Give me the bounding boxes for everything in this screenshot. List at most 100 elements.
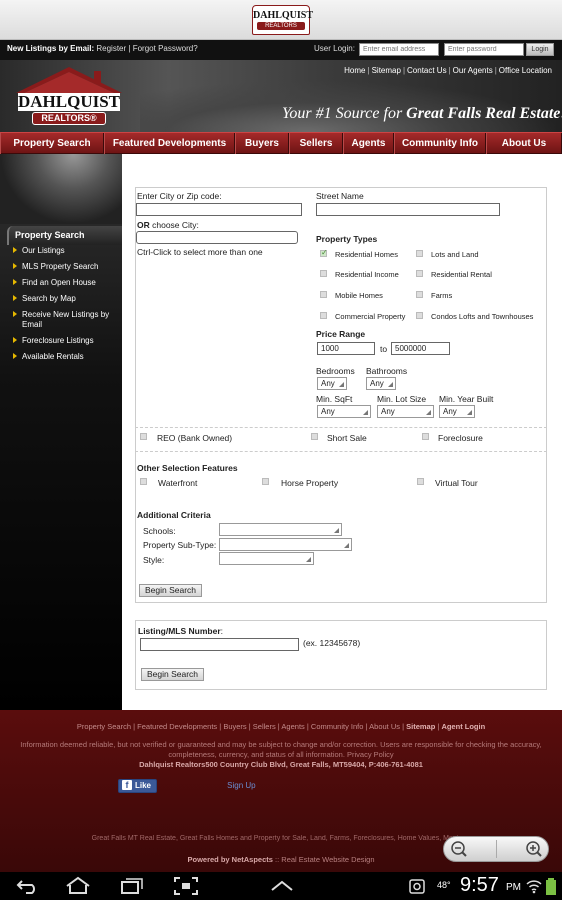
footer-link[interactable]: Property Search <box>77 722 131 731</box>
bedrooms-select[interactable]: Any <box>317 377 347 390</box>
zoom-in-button[interactable] <box>497 837 549 861</box>
choose-city-text: choose City: <box>149 220 199 230</box>
mls-number-input[interactable] <box>140 638 299 651</box>
farms-label: Farms <box>431 291 453 300</box>
nav-agents[interactable]: Agents <box>343 133 394 154</box>
sitemap-link[interactable]: Sitemap <box>372 66 401 75</box>
checkbox-residential-homes[interactable] <box>320 248 328 257</box>
zoom-out-button[interactable] <box>444 837 496 861</box>
temperature: 48° <box>437 880 451 890</box>
forgot-password-link[interactable]: Forgot Password? <box>133 44 198 53</box>
home-button[interactable] <box>64 876 92 896</box>
recent-apps-button[interactable] <box>118 876 146 896</box>
checkbox-residential-income[interactable] <box>320 270 327 277</box>
new-listings-label: New Listings by Email: <box>7 44 95 53</box>
sidebar-item-label: MLS Property Search <box>22 262 99 271</box>
footer-agent-login-link[interactable]: Agent Login <box>441 722 485 731</box>
top-logo[interactable]: DAHLQUIST REALTORS <box>252 5 313 35</box>
footer-link[interactable]: Buyers <box>223 722 246 731</box>
separator: | <box>128 44 131 53</box>
sidebar-item-new-listings-email[interactable]: Receive New Listings by Email <box>12 310 120 330</box>
subtype-select[interactable] <box>219 538 352 551</box>
site-logo[interactable]: DAHLQUIST REALTORS® <box>14 65 124 127</box>
checkbox-farms[interactable] <box>416 291 423 298</box>
checkbox-commercial[interactable] <box>320 312 327 319</box>
city-select[interactable] <box>136 231 298 244</box>
back-button[interactable] <box>14 876 42 896</box>
style-select[interactable] <box>219 552 314 565</box>
login-button[interactable]: Login <box>526 43 554 56</box>
min-lot-label: Min. Lot Size <box>377 394 427 404</box>
checkbox-reo[interactable] <box>140 433 147 440</box>
lots-land-label: Lots and Land <box>431 250 479 259</box>
sidebar-item-label: Our Listings <box>22 246 65 255</box>
sidebar-item-search-map[interactable]: Search by Map <box>12 294 120 304</box>
checkbox-horse-property[interactable] <box>262 478 269 485</box>
checkbox-condos[interactable] <box>416 312 423 319</box>
nav-featured-developments[interactable]: Featured Developments <box>104 133 235 154</box>
price-min-input[interactable]: 1000 <box>317 342 375 355</box>
our-agents-link[interactable]: Our Agents <box>453 66 493 75</box>
checkbox-short-sale[interactable] <box>311 433 318 440</box>
bathrooms-label: Bathrooms <box>366 366 408 376</box>
home-link[interactable]: Home <box>344 66 365 75</box>
bathrooms-select[interactable]: Any <box>366 377 396 390</box>
footer-link[interactable]: Community Info <box>311 722 364 731</box>
city-zip-input[interactable] <box>136 203 302 216</box>
checkbox-residential-rental[interactable] <box>416 270 423 277</box>
powered-by-link[interactable]: Powered by NetAspects <box>187 855 272 864</box>
menu-up-button[interactable] <box>268 876 296 896</box>
password-input[interactable] <box>444 43 524 56</box>
contact-us-link[interactable]: Contact Us <box>407 66 447 75</box>
register-link[interactable]: Register <box>96 44 126 53</box>
footer-link[interactable]: About Us <box>369 722 400 731</box>
logo-name: DAHLQUIST <box>18 92 121 111</box>
nav-property-search[interactable]: Property Search <box>0 133 104 154</box>
footer-link[interactable]: Featured Developments <box>137 722 217 731</box>
subtype-label: Property Sub-Type: <box>143 540 217 550</box>
screenshot-button[interactable] <box>172 876 200 896</box>
sidebar-item-mls-search[interactable]: MLS Property Search <box>12 262 120 272</box>
clock-ampm: PM <box>506 882 521 893</box>
sidebar-item-rentals[interactable]: Available Rentals <box>12 352 120 362</box>
mls-label: Listing/MLS Number: <box>138 626 223 636</box>
email-input[interactable] <box>359 43 439 56</box>
nav-sellers[interactable]: Sellers <box>289 133 343 154</box>
sidebar-item-label: Available Rentals <box>22 352 84 361</box>
screenshot-icon <box>174 877 198 895</box>
sidebar-list: Our Listings MLS Property Search Find an… <box>12 246 120 368</box>
office-location-link[interactable]: Office Location <box>499 66 552 75</box>
price-max-input[interactable]: 5000000 <box>391 342 450 355</box>
checkbox-mobile-homes[interactable] <box>320 291 327 298</box>
nav-buyers[interactable]: Buyers <box>235 133 289 154</box>
street-name-input[interactable] <box>316 203 500 216</box>
tagline-b: Great Falls Real Estate! <box>406 105 562 122</box>
nav-community-info[interactable]: Community Info <box>394 133 486 154</box>
checkbox-lots-land[interactable] <box>416 250 423 257</box>
checkbox-waterfront[interactable] <box>140 478 147 485</box>
nav-about-us[interactable]: About Us <box>486 133 562 154</box>
sidebar-item-open-house[interactable]: Find an Open House <box>12 278 120 288</box>
sidebar-item-our-listings[interactable]: Our Listings <box>12 246 120 256</box>
checkbox-foreclosure[interactable] <box>422 433 429 440</box>
battery-status <box>545 876 557 896</box>
recent-apps-icon <box>121 878 143 894</box>
fb-signup-link[interactable]: Sign Up <box>227 781 255 790</box>
mls-begin-search-button[interactable]: Begin Search <box>141 668 205 681</box>
sidebar-item-foreclosures[interactable]: Foreclosure Listings <box>12 336 120 346</box>
sidebar-item-label: Receive New Listings by Email <box>22 310 110 329</box>
min-sqft-select[interactable]: Any <box>317 405 371 418</box>
facebook-like-button[interactable]: f Like <box>118 779 158 793</box>
bedrooms-label: Bedrooms <box>316 366 355 376</box>
min-year-select[interactable]: Any <box>439 405 475 418</box>
instagram-notification[interactable] <box>408 876 426 896</box>
footer-link[interactable]: Agents <box>281 722 304 731</box>
min-lot-select[interactable]: Any <box>377 405 434 418</box>
checkbox-virtual-tour[interactable] <box>417 478 424 485</box>
additional-criteria-label: Additional Criteria <box>137 510 211 520</box>
footer-sitemap-link[interactable]: Sitemap <box>406 722 435 731</box>
begin-search-button[interactable]: Begin Search <box>139 584 203 597</box>
footer-link[interactable]: Sellers <box>253 722 276 731</box>
sidebar-item-label: Foreclosure Listings <box>22 336 94 345</box>
schools-select[interactable] <box>219 523 342 536</box>
